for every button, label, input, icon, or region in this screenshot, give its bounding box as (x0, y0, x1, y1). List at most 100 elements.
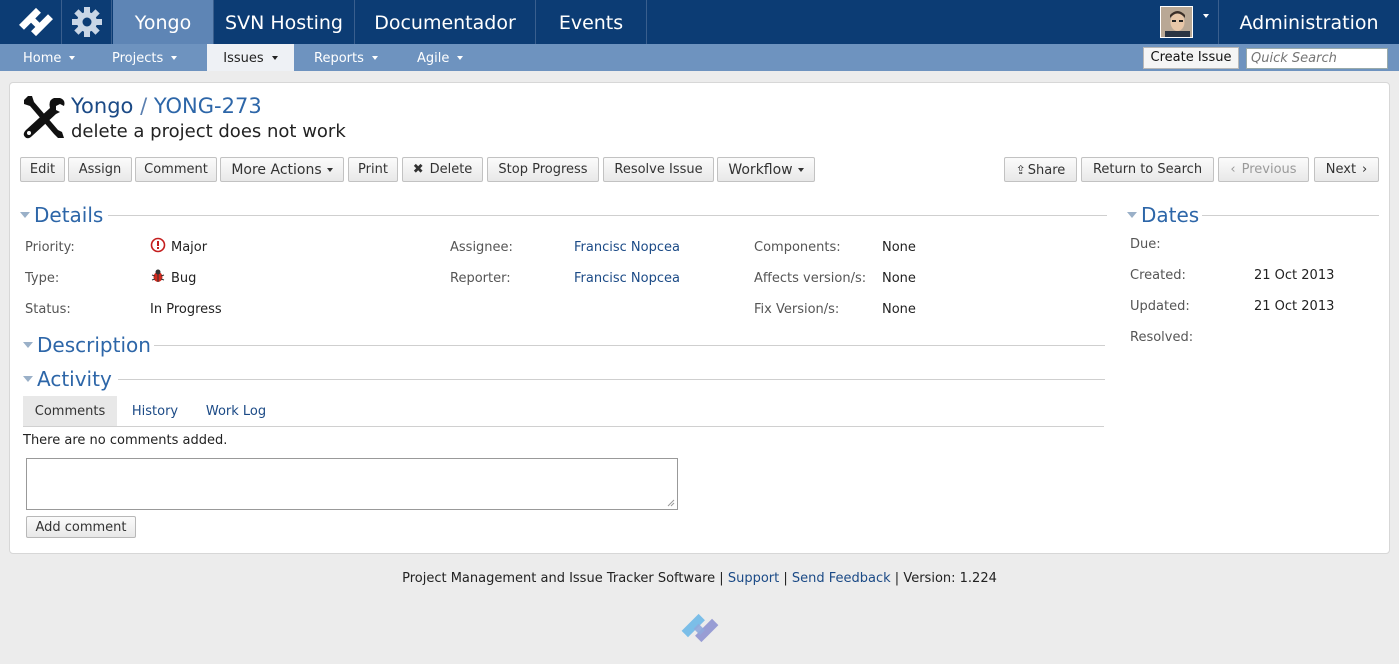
chevron-right-icon: › (1362, 162, 1368, 177)
previous-button[interactable]: ‹ Previous (1218, 157, 1309, 182)
details-collapse-icon[interactable] (20, 212, 30, 218)
updated-label: Updated: (1130, 299, 1190, 314)
dates-heading: Dates (1141, 203, 1200, 227)
project-link[interactable]: Yongo (71, 94, 133, 118)
share-icon: ⇪ (1015, 163, 1026, 177)
subnav-agile[interactable]: Agile (417, 44, 464, 71)
top-tab-documentador[interactable]: Documentador (355, 0, 536, 44)
chevron-down-icon (457, 56, 464, 60)
comment-textarea[interactable] (26, 458, 678, 510)
administration-link[interactable]: Administration (1218, 0, 1399, 44)
fix-version-value: None (882, 302, 916, 317)
version-text: Version: 1.224 (903, 571, 997, 586)
quick-search-input[interactable] (1246, 48, 1388, 69)
activity-heading: Activity (37, 367, 112, 391)
top-tab-svn-hosting[interactable]: SVN Hosting (214, 0, 355, 44)
subnav-projects-label: Projects (112, 51, 164, 66)
footer-logo-icon (681, 613, 719, 643)
user-avatar[interactable] (1160, 6, 1193, 38)
resolve-issue-button[interactable]: Resolve Issue (603, 157, 714, 182)
issue-summary: delete a project does not work (71, 121, 346, 142)
activity-divider (118, 379, 1105, 380)
resize-handle-icon[interactable] (667, 499, 675, 507)
description-divider (154, 345, 1105, 346)
tab-history[interactable]: History (123, 396, 187, 426)
delete-label: Delete (429, 162, 473, 177)
top-tab-yongo[interactable]: Yongo (113, 0, 214, 44)
workflow-label: Workflow (728, 162, 793, 178)
more-actions-button[interactable]: More Actions (220, 157, 344, 182)
edit-button[interactable]: Edit (20, 157, 65, 182)
subnav-agile-label: Agile (417, 51, 450, 66)
affects-version-label: Affects version/s: (754, 271, 867, 286)
send-feedback-link[interactable]: Send Feedback (792, 571, 891, 586)
workflow-button[interactable]: Workflow (717, 157, 815, 182)
chevron-down-icon (326, 168, 333, 172)
reporter-label: Reporter: (450, 271, 511, 286)
next-label: Next (1325, 162, 1357, 177)
top-tab-events[interactable]: Events (536, 0, 647, 44)
description-collapse-icon[interactable] (23, 342, 33, 348)
avatar-icon (1161, 7, 1192, 37)
wrench-screwdriver-icon (23, 96, 65, 139)
settings-gear[interactable] (62, 0, 112, 44)
due-label: Due: (1130, 237, 1161, 252)
description-heading: Description (37, 333, 151, 357)
assignee-label: Assignee: (450, 240, 513, 255)
footer: Project Management and Issue Tracker Sof… (402, 571, 997, 586)
comment-button[interactable]: Comment (135, 157, 217, 182)
chevron-left-icon: ‹ (1230, 162, 1236, 177)
issue-key-link[interactable]: YONG-273 (154, 94, 262, 118)
issue-breadcrumb: Yongo / YONG-273 (71, 93, 262, 119)
create-issue-button[interactable]: Create Issue (1143, 47, 1239, 69)
affects-version-value: None (882, 271, 916, 286)
chevron-down-icon (371, 56, 378, 60)
next-button[interactable]: Next › (1314, 157, 1379, 182)
more-actions-label: More Actions (231, 162, 322, 178)
priority-value: Major (171, 240, 208, 255)
subnav-reports-label: Reports (314, 51, 364, 66)
priority-major-icon (150, 237, 166, 253)
chevron-down-icon (271, 56, 278, 60)
tab-comments[interactable]: Comments (23, 396, 117, 426)
support-link[interactable]: Support (728, 571, 779, 586)
type-value: Bug (171, 271, 197, 286)
stop-progress-button[interactable]: Stop Progress (487, 157, 599, 182)
chevron-down-icon (797, 168, 804, 172)
assignee-link[interactable]: Francisc Nopcea (574, 240, 680, 256)
subnav-home-label: Home (23, 51, 62, 66)
share-button[interactable]: ⇪ Share (1004, 157, 1077, 182)
return-to-search-button[interactable]: Return to Search (1081, 157, 1214, 182)
tab-work-log[interactable]: Work Log (196, 396, 276, 426)
add-comment-button[interactable]: Add comment (26, 516, 136, 538)
footer-text: Project Management and Issue Tracker Sof… (402, 571, 716, 586)
delete-button[interactable]: ✖ Delete (402, 157, 483, 182)
activity-collapse-icon[interactable] (23, 376, 33, 382)
chevron-down-icon (69, 56, 76, 60)
resolved-label: Resolved: (1130, 330, 1194, 345)
app-logo[interactable] (0, 0, 62, 44)
user-menu-caret-icon[interactable] (1203, 14, 1209, 18)
priority-label: Priority: (25, 240, 75, 255)
share-label: Share (1027, 163, 1066, 178)
subnav-issues[interactable]: Issues (207, 44, 294, 71)
updated-value: 21 Oct 2013 (1254, 299, 1335, 314)
previous-label: Previous (1241, 162, 1297, 177)
subnav-reports[interactable]: Reports (314, 44, 378, 71)
type-label: Type: (25, 271, 60, 286)
subnav-projects[interactable]: Projects (112, 44, 178, 71)
subnav-home[interactable]: Home (23, 44, 76, 71)
chevron-down-icon (171, 56, 178, 60)
close-icon: ✖ (412, 162, 424, 177)
dates-collapse-icon[interactable] (1127, 212, 1137, 218)
subnav-issues-label: Issues (223, 51, 264, 66)
status-label: Status: (25, 302, 71, 317)
components-value: None (882, 240, 916, 255)
print-button[interactable]: Print (348, 157, 398, 182)
no-comments-text: There are no comments added. (23, 433, 228, 448)
assign-button[interactable]: Assign (68, 157, 132, 182)
bug-icon (151, 269, 165, 282)
app-logo-icon (19, 7, 53, 37)
details-heading: Details (34, 203, 104, 227)
reporter-link[interactable]: Francisc Nopcea (574, 271, 680, 287)
